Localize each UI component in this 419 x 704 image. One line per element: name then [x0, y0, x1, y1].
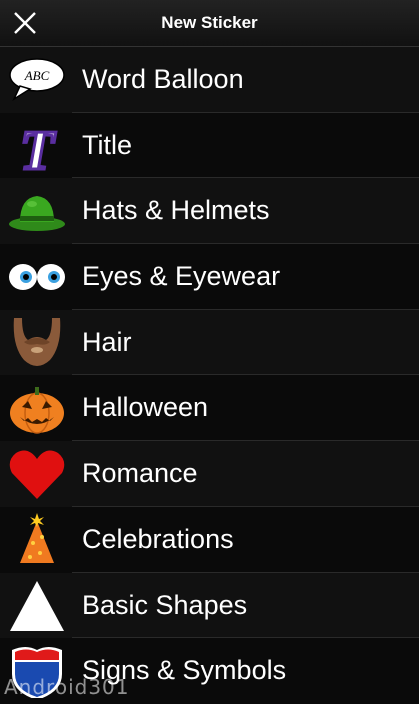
- speech-bubble-icon: ABC: [9, 58, 65, 101]
- list-item-label: Hair: [82, 326, 132, 357]
- sticker-category-list: ABC Word Balloon T Title Hats & Helmets: [0, 47, 419, 704]
- page-title: New Sticker: [161, 13, 258, 32]
- list-item-word-balloon[interactable]: ABC Word Balloon: [0, 47, 419, 113]
- heart-icon: [9, 450, 65, 500]
- list-item-romance[interactable]: Romance: [0, 441, 419, 507]
- list-item-basic-shapes[interactable]: Basic Shapes: [0, 572, 419, 639]
- list-item-label: Basic Shapes: [82, 589, 248, 620]
- svg-text:T: T: [20, 120, 57, 173]
- list-item-label: Romance: [82, 458, 198, 489]
- party-hat-icon: [20, 512, 54, 563]
- triangle-icon: [10, 580, 64, 631]
- list-item-hair[interactable]: Hair: [0, 309, 419, 376]
- cartoon-eyes-icon: [9, 264, 65, 291]
- list-item-halloween[interactable]: Halloween: [0, 375, 419, 442]
- letter-t-icon: T: [18, 119, 58, 173]
- green-hat-icon: [9, 196, 65, 232]
- app-header: New Sticker: [0, 0, 419, 47]
- list-item-label: Halloween: [82, 392, 209, 423]
- list-item-label: Word Balloon: [82, 64, 244, 94]
- list-item-hats-helmets[interactable]: Hats & Helmets: [0, 178, 419, 245]
- pumpkin-icon: [10, 387, 64, 435]
- list-item-label: Celebrations: [82, 523, 234, 554]
- list-item-celebrations[interactable]: Celebrations: [0, 506, 419, 573]
- list-item-label: Eyes & Eyewear: [82, 261, 281, 292]
- list-item-label: Hats & Helmets: [82, 195, 270, 226]
- beard-icon: [13, 317, 61, 366]
- list-item-eyes-eyewear[interactable]: Eyes & Eyewear: [0, 244, 419, 310]
- list-item-title[interactable]: T Title: [0, 112, 419, 179]
- svg-text:ABC: ABC: [24, 68, 50, 83]
- watermark-text: Android301: [4, 675, 130, 699]
- list-item-label: Title: [82, 129, 133, 160]
